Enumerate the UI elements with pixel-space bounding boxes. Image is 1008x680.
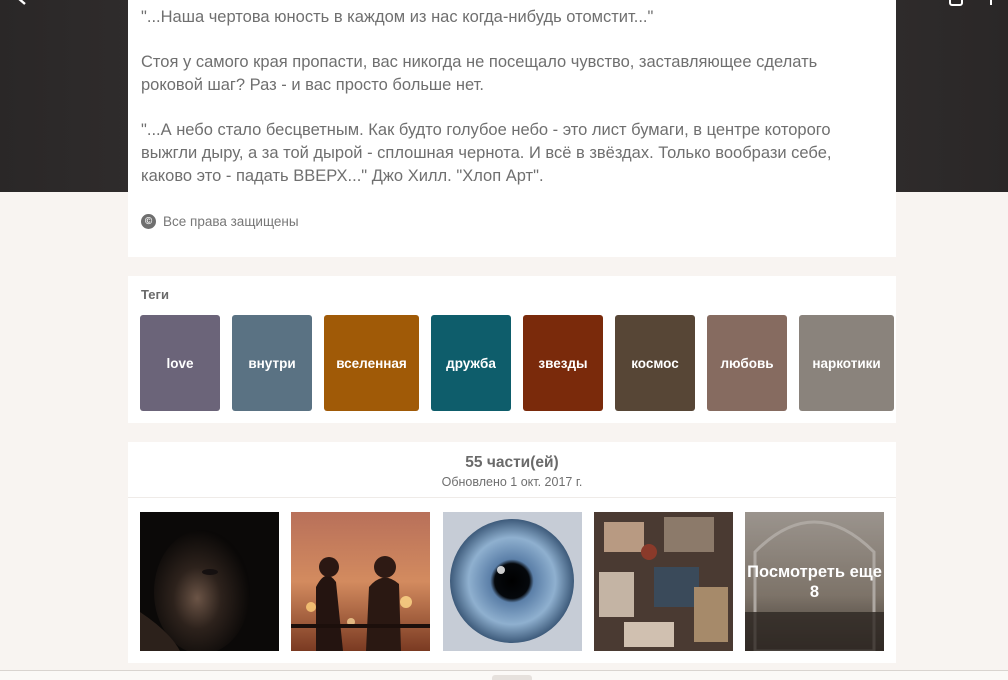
bottom-handle[interactable] xyxy=(492,675,532,680)
tag-druzhba[interactable]: дружба xyxy=(431,315,511,411)
parts-updated-date: Обновлено 1 окт. 2017 г. xyxy=(441,475,583,489)
story-parts-card: 55 части(ей) Обновлено 1 окт. 2017 г. По… xyxy=(128,442,896,663)
story-paragraph: Стоя у самого края пропасти, вас никогда… xyxy=(141,53,818,94)
parts-count: 55 части(ей) xyxy=(465,454,559,471)
tag-zvezdy[interactable]: звезды xyxy=(523,315,603,411)
story-description-card: "...Наша чертова юность в каждом из нас … xyxy=(128,0,896,257)
story-paragraph: "...А небо стало бесцветным. Как будто г… xyxy=(141,121,832,185)
part-thumbnail-see-more[interactable]: Посмотреть еще 8 xyxy=(745,512,884,651)
bookmark-icon[interactable] xyxy=(948,0,966,6)
part-thumbnail-blue-eye[interactable] xyxy=(443,512,582,651)
tag-narkotiki[interactable]: наркотики xyxy=(799,315,894,411)
part-thumbnail-desk-flatlay[interactable] xyxy=(594,512,733,651)
tags-card: Теги love внутри вселенная дружба звезды… xyxy=(128,276,896,423)
tag-lyubov[interactable]: любовь xyxy=(707,315,787,411)
part-thumbnail-dark-portrait[interactable] xyxy=(140,512,279,651)
divider xyxy=(128,497,896,498)
tags-title: Теги xyxy=(141,287,169,302)
copyright-notice: © Все права защищены xyxy=(141,214,299,229)
tag-love[interactable]: love xyxy=(140,315,220,411)
part-thumbnail-couple-city-lights[interactable] xyxy=(291,512,430,651)
tag-vselennaya[interactable]: вселенная xyxy=(324,315,419,411)
tag-kosmos[interactable]: космос xyxy=(615,315,695,411)
chevron-left-icon[interactable] xyxy=(14,0,32,6)
see-more-label: Посмотреть еще 8 xyxy=(747,562,882,601)
copyright-icon: © xyxy=(141,214,156,229)
plus-icon[interactable] xyxy=(984,0,1002,6)
tag-vnutri[interactable]: внутри xyxy=(232,315,312,411)
story-paragraph: "...Наша чертова юность в каждом из нас … xyxy=(141,8,654,26)
copyright-label: Все права защищены xyxy=(163,214,299,229)
